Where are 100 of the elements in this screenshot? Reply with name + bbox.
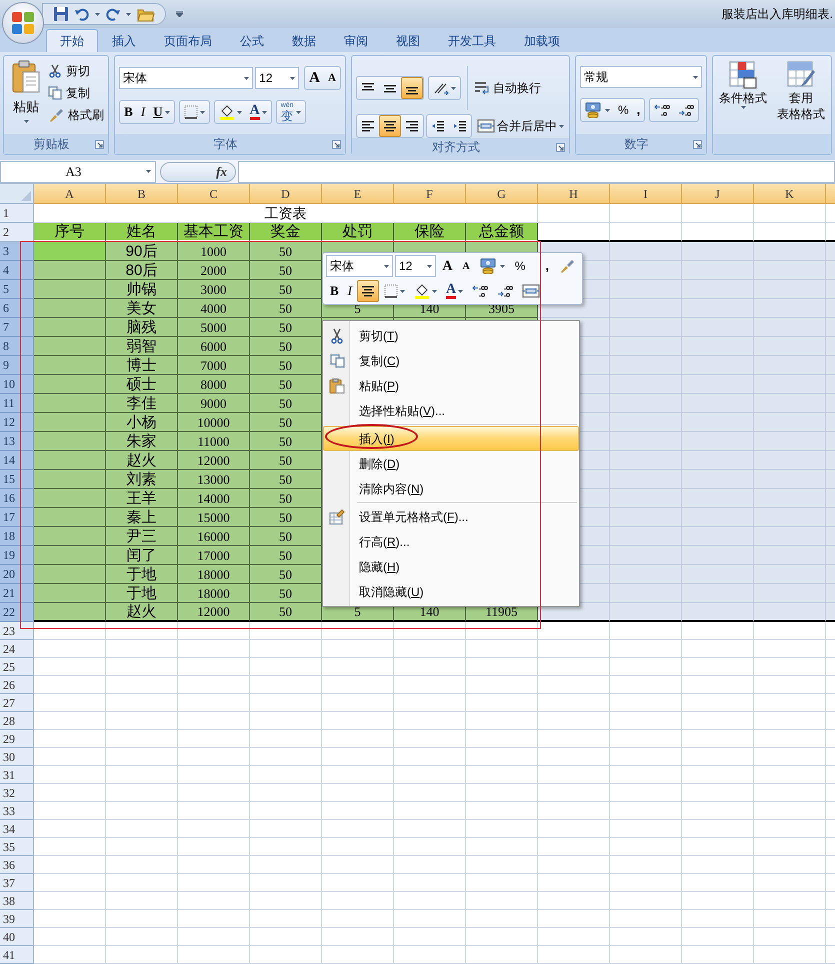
row-number[interactable]: 12	[0, 413, 34, 432]
merge-center-button[interactable]: 合并后居中	[476, 115, 564, 137]
menu-item[interactable]: 设置单元格格式(F)...	[323, 504, 579, 529]
column-header[interactable]: A	[34, 184, 106, 204]
table-format-button[interactable]: 套用 表格格式	[775, 60, 827, 122]
row-number[interactable]: 25	[0, 658, 34, 676]
row-number[interactable]: 11	[0, 394, 34, 413]
row-number[interactable]: 39	[0, 910, 34, 928]
row-number[interactable]: 15	[0, 470, 34, 489]
row-number[interactable]: 23	[0, 622, 34, 640]
row-number[interactable]: 31	[0, 766, 34, 784]
row-number[interactable]: 34	[0, 820, 34, 838]
clipboard-command[interactable]: 剪切	[48, 60, 104, 82]
row-number[interactable]: 8	[0, 337, 34, 356]
row-number[interactable]: 9	[0, 356, 34, 375]
ribbon-tab[interactable]: 插入	[98, 29, 150, 52]
column-header[interactable]: K	[754, 184, 826, 204]
font-size-field[interactable]: 12	[255, 67, 300, 89]
column-header[interactable]: E	[322, 184, 394, 204]
shrink-font-button[interactable]: A	[324, 67, 340, 89]
row-number[interactable]: 40	[0, 928, 34, 946]
row-number[interactable]: 5	[0, 280, 34, 299]
row-number[interactable]: 3	[0, 242, 34, 261]
menu-item[interactable]: 清除内容(N)	[323, 476, 579, 501]
row-number[interactable]: 17	[0, 508, 34, 527]
menu-item[interactable]: 删除(D)	[323, 451, 579, 476]
italic-button[interactable]: I	[136, 101, 150, 123]
column-header[interactable]: D	[250, 184, 322, 204]
row-number[interactable]: 16	[0, 489, 34, 508]
align-center-button[interactable]	[357, 280, 380, 302]
save-icon[interactable]	[53, 6, 69, 22]
row-number[interactable]: 14	[0, 451, 34, 470]
row-number[interactable]: 10	[0, 375, 34, 394]
row-number[interactable]: 4	[0, 261, 34, 280]
row-number[interactable]: 1	[0, 204, 34, 223]
row-number[interactable]: 2	[0, 223, 34, 242]
column-header[interactable]: I	[610, 184, 682, 204]
column-header[interactable]: B	[106, 184, 178, 204]
conditional-format-button[interactable]: 条件格式	[717, 60, 769, 122]
customize-caret-icon[interactable]	[176, 11, 183, 17]
percent-button[interactable]: %	[510, 255, 530, 277]
underline-button[interactable]: U	[149, 101, 174, 123]
insert-function-button[interactable]: fx	[160, 162, 236, 182]
wrap-text-button[interactable]: 自动换行	[474, 77, 541, 99]
menu-item[interactable]: 粘贴(P)	[323, 373, 579, 398]
clipboard-command[interactable]: 复制	[48, 82, 104, 104]
dialog-launcher-icon[interactable]	[693, 140, 702, 148]
grow-font-button[interactable]: A	[438, 255, 456, 277]
formula-field[interactable]	[238, 160, 835, 182]
align-bottom-button[interactable]	[400, 77, 423, 99]
menu-item[interactable]: 插入(I)	[323, 426, 579, 451]
ribbon-tab[interactable]: 页面布局	[150, 29, 226, 52]
bold-button[interactable]: B	[326, 280, 343, 302]
menu-item[interactable]: 复制(C)	[323, 348, 579, 373]
dialog-launcher-icon[interactable]	[95, 140, 104, 148]
font-name-field[interactable]: 宋体	[326, 255, 393, 277]
row-number[interactable]: 37	[0, 874, 34, 892]
row-number[interactable]: 35	[0, 838, 34, 856]
row-number[interactable]: 36	[0, 856, 34, 874]
font-color-button[interactable]: A	[442, 280, 468, 302]
font-name-field[interactable]: 宋体	[119, 67, 254, 89]
column-header[interactable]: J	[682, 184, 754, 204]
ribbon-tab[interactable]: 数据	[278, 29, 330, 52]
bold-button[interactable]: B	[120, 101, 137, 123]
dialog-launcher-icon[interactable]	[332, 140, 341, 148]
row-number[interactable]: 30	[0, 748, 34, 766]
undo-icon[interactable]	[75, 7, 89, 21]
row-number[interactable]: 13	[0, 432, 34, 451]
row-number[interactable]: 22	[0, 603, 34, 622]
menu-item[interactable]: 剪切(T)	[323, 323, 579, 348]
row-number[interactable]: 7	[0, 318, 34, 337]
row-number[interactable]: 41	[0, 946, 34, 964]
row-number[interactable]: 28	[0, 712, 34, 730]
shrink-font-button[interactable]: A	[458, 255, 474, 277]
redo-icon[interactable]	[106, 7, 120, 21]
ribbon-tab[interactable]: 视图	[382, 29, 434, 52]
row-number[interactable]: 18	[0, 527, 34, 546]
menu-item[interactable]: 行高(R)...	[323, 529, 579, 554]
name-box[interactable]: A3	[0, 160, 156, 182]
ribbon-tab[interactable]: 加载项	[510, 29, 574, 52]
column-header[interactable]: G	[466, 184, 538, 204]
menu-item[interactable]: 隐藏(H)	[323, 554, 579, 579]
column-header[interactable]: C	[178, 184, 250, 204]
paste-button[interactable]: 粘贴	[8, 60, 44, 126]
row-number[interactable]: 29	[0, 730, 34, 748]
ribbon-tab[interactable]: 审阅	[330, 29, 382, 52]
percent-button[interactable]: %	[614, 99, 633, 121]
align-center-button[interactable]	[378, 115, 401, 137]
row-number[interactable]: 21	[0, 584, 34, 603]
row-number[interactable]: 6	[0, 299, 34, 318]
ribbon-tab[interactable]: 开发工具	[434, 29, 510, 52]
number-format-field[interactable]: 常规	[580, 66, 702, 88]
grow-font-button[interactable]: A	[305, 67, 324, 89]
column-header[interactable]: F	[394, 184, 466, 204]
row-number[interactable]: 32	[0, 784, 34, 802]
ribbon-tab[interactable]: 公式	[226, 29, 278, 52]
row-number[interactable]: 27	[0, 694, 34, 712]
font-size-field[interactable]: 12	[394, 255, 436, 277]
ribbon-tab[interactable]: 开始	[46, 29, 98, 52]
dialog-launcher-icon[interactable]	[556, 142, 565, 152]
